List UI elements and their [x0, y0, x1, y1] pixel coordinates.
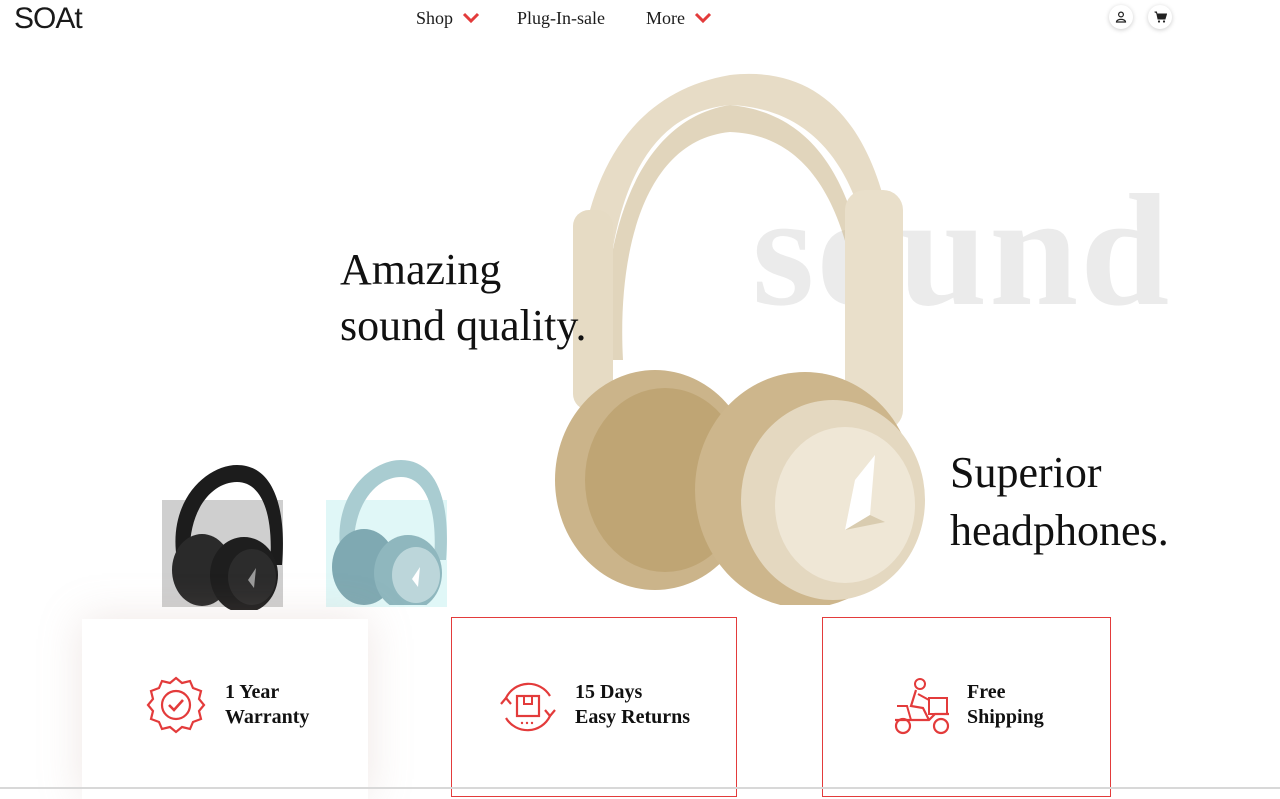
feature-card-warranty: 1 Year Warranty [82, 619, 368, 799]
hero-headline-right-line2: headphones. [950, 506, 1169, 555]
cart-icon [1154, 11, 1167, 23]
feature-card-shipping: Free Shipping [822, 617, 1111, 797]
black-headphones-image [172, 465, 283, 610]
feature-returns-line1: 15 Days [575, 681, 643, 703]
variant-blue-thumbnail[interactable] [326, 460, 447, 607]
variant-black-thumbnail[interactable] [162, 465, 283, 610]
hero-headline-left-line1: Amazing [340, 245, 502, 294]
feature-shipping-label: Free Shipping [967, 680, 1044, 730]
nav-plug-in-sale[interactable]: Plug-In-sale [517, 6, 605, 30]
hero-headline-left-line2: sound quality. [340, 301, 587, 350]
account-button[interactable] [1109, 5, 1133, 29]
nav-plug-in-sale-label: Plug-In-sale [517, 8, 605, 28]
nav-more-label: More [646, 8, 685, 28]
hero-headphones-image [555, 73, 925, 605]
chevron-down-icon [462, 12, 480, 24]
returns-box-icon [500, 682, 556, 732]
hero-headline-right-line1: Superior [950, 448, 1102, 497]
feature-shipping-line1: Free [967, 681, 1006, 703]
brand-logo[interactable]: SOAt [14, 2, 83, 36]
cart-button[interactable] [1148, 5, 1172, 29]
feature-warranty-line1: 1 Year [225, 681, 280, 703]
feature-warranty-label: 1 Year Warranty [225, 680, 309, 730]
feature-shipping-line2: Shipping [967, 706, 1044, 728]
nav-shop-label: Shop [416, 8, 454, 28]
hero-headline-left: Amazing sound quality. [340, 242, 586, 354]
nav-more[interactable]: More [646, 6, 713, 30]
feature-returns-line2: Easy Returns [575, 706, 691, 728]
feature-returns-label: 15 Days Easy Returns [575, 680, 690, 730]
warranty-badge-icon [146, 676, 206, 734]
hero-headline-right: Superior headphones. [950, 444, 1169, 560]
delivery-scooter-icon [894, 678, 950, 735]
user-icon [1115, 11, 1127, 23]
blue-headphones-image [332, 460, 447, 605]
chevron-down-icon [694, 12, 712, 24]
feature-warranty-line2: Warranty [225, 706, 310, 728]
logo-text: SOAt [14, 2, 83, 35]
feature-card-returns: 15 Days Easy Returns [451, 617, 737, 797]
nav-shop[interactable]: Shop [416, 6, 481, 30]
